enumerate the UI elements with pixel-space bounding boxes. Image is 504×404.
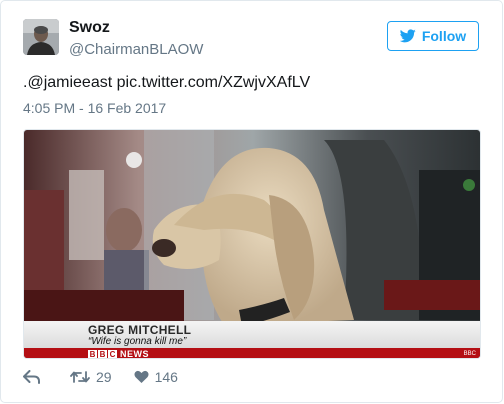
- retweet-count: 29: [96, 369, 112, 385]
- reply-icon: [23, 370, 40, 384]
- avatar[interactable]: [23, 19, 59, 55]
- retweet-button[interactable]: 29: [70, 369, 112, 385]
- lower-third-name: GREG MITCHELL: [88, 323, 192, 337]
- news-lower-third: GREG MITCHELL “Wife is gonna kill me” B …: [24, 321, 480, 359]
- like-button[interactable]: 146: [134, 369, 178, 385]
- tweet-text: .@jamieeast pic.twitter.com/XZwjvXAfLV: [23, 74, 310, 92]
- like-count: 146: [154, 369, 178, 385]
- bbc-news-logo: B B C NEWS: [88, 348, 149, 359]
- tweet-media[interactable]: GREG MITCHELL “Wife is gonna kill me” B …: [23, 129, 481, 359]
- reply-button[interactable]: [23, 370, 40, 384]
- follow-button-label: Follow: [421, 28, 467, 44]
- media-link[interactable]: pic.twitter.com/XZwjvXAfLV: [117, 74, 311, 91]
- timestamp[interactable]: 4:05 PM - 16 Feb 2017: [23, 100, 166, 116]
- lower-third-banner: GREG MITCHELL “Wife is gonna kill me”: [24, 321, 480, 348]
- follow-button[interactable]: Follow: [387, 21, 479, 51]
- tweet-actions: 29 146: [23, 367, 178, 387]
- user-handle[interactable]: @ChairmanBLAOW: [69, 41, 203, 58]
- bbc-letter: B: [88, 349, 97, 359]
- bbc-news-strap: B B C NEWS BBC: [24, 348, 480, 359]
- tweet-card: Swoz @ChairmanBLAOW Follow .@jamieeast p…: [0, 0, 503, 403]
- corner-logo: BBC: [463, 351, 476, 357]
- retweet-icon: [70, 371, 90, 383]
- bbc-letter: B: [98, 349, 107, 359]
- mention-link[interactable]: .@jamieeast: [23, 74, 112, 91]
- lower-third-caption: “Wife is gonna kill me”: [88, 336, 187, 347]
- avatar-photo: [23, 19, 59, 55]
- news-label: NEWS: [120, 349, 149, 359]
- display-name[interactable]: Swoz: [69, 19, 110, 37]
- bbc-letter: C: [108, 349, 117, 359]
- heart-icon: [134, 370, 149, 383]
- twitter-bird-icon: [399, 29, 416, 43]
